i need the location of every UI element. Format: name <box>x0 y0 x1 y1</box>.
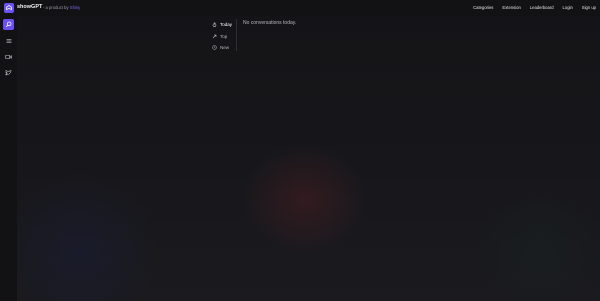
nav-signup[interactable]: Sign up <box>582 5 596 10</box>
sidebar-explore-button[interactable] <box>3 19 14 30</box>
nav-leaderboard[interactable]: Leaderboard <box>530 5 554 10</box>
tab-label: Top <box>220 33 228 39</box>
tab-new[interactable]: New <box>212 42 232 54</box>
nav-categories[interactable]: Categories <box>473 5 493 10</box>
tagline-company[interactable]: Shiny <box>70 5 80 10</box>
list-icon <box>6 38 11 43</box>
twitter-icon <box>5 69 12 75</box>
tabs-divider <box>236 19 237 51</box>
tab-label: Today <box>220 22 233 28</box>
nav-login[interactable]: Login <box>563 5 573 10</box>
sidebar <box>0 16 17 301</box>
brand-name[interactable]: showGPT <box>17 4 42 10</box>
period-tabs: Today Top New <box>212 19 232 54</box>
logo-icon[interactable] <box>4 3 14 13</box>
tagline-prefix: - a product by <box>43 4 69 10</box>
explore-icon <box>5 21 12 28</box>
video-icon <box>5 54 12 59</box>
top-nav: Categories Extension Leaderboard Login S… <box>473 5 596 10</box>
sidebar-twitter-button[interactable] <box>3 67 14 78</box>
nav-extension[interactable]: Extension <box>502 5 520 10</box>
background-glow <box>0 0 600 301</box>
tab-label: New <box>220 45 230 51</box>
tab-today[interactable]: Today <box>212 19 232 31</box>
flame-icon <box>212 22 217 28</box>
empty-state-message: No conversations today. <box>243 20 297 26</box>
arrow-up-icon <box>212 34 217 39</box>
clock-icon <box>212 45 217 50</box>
brand-tagline: - a product by Shiny <box>43 5 80 10</box>
sidebar-video-button[interactable] <box>3 51 14 62</box>
sidebar-list-button[interactable] <box>3 35 14 46</box>
tab-top[interactable]: Top <box>212 31 232 43</box>
top-bar: showGPT - a product by Shiny Categories … <box>0 0 600 16</box>
